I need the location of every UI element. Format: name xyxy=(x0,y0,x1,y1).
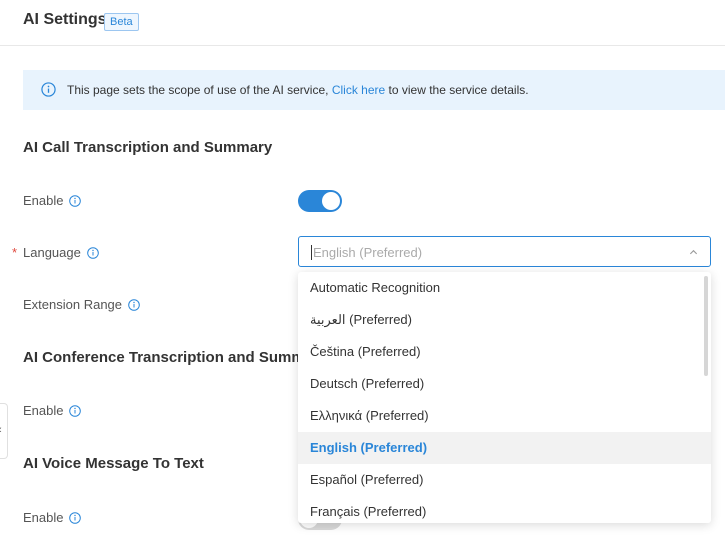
dropdown-option[interactable]: Español (Preferred) xyxy=(298,464,711,496)
dropdown-option[interactable]: العربية (Preferred) xyxy=(298,304,711,336)
page-title: AI Settings xyxy=(23,11,107,28)
extension-range-label-text: Extension Range xyxy=(23,297,123,312)
dropdown-option[interactable]: Français (Preferred) xyxy=(298,496,711,523)
dropdown-option[interactable]: Deutsch (Preferred) xyxy=(298,368,711,400)
required-asterisk: * xyxy=(12,245,18,260)
info-circle-icon xyxy=(41,82,56,97)
page-header: AI Settings Beta xyxy=(0,0,725,46)
banner-text-before: This page sets the scope of use of the A… xyxy=(67,83,332,97)
help-circle-icon[interactable] xyxy=(128,298,140,311)
help-circle-icon[interactable] xyxy=(69,194,82,207)
help-circle-icon[interactable] xyxy=(69,511,82,524)
conference-section-title: AI Conference Transcription and Summ xyxy=(23,349,305,366)
help-circle-icon[interactable] xyxy=(87,246,99,259)
dropdown-scrollbar[interactable] xyxy=(704,276,708,376)
service-details-link[interactable]: Click here xyxy=(332,83,385,97)
language-select-value: English (Preferred) xyxy=(311,245,423,260)
chevron-up-icon xyxy=(689,249,698,255)
call-enable-label: Enable xyxy=(23,193,82,208)
call-enable-label-text: Enable xyxy=(23,193,64,208)
beta-badge: Beta xyxy=(104,13,139,31)
voice-enable-label: Enable xyxy=(23,510,82,525)
conference-enable-label-text: Enable xyxy=(23,403,64,418)
dropdown-option-selected[interactable]: English (Preferred) xyxy=(298,432,711,464)
banner-text-after: to view the service details. xyxy=(385,83,529,97)
call-section-title: AI Call Transcription and Summary xyxy=(23,139,273,156)
extension-range-label: Extension Range xyxy=(23,297,140,312)
call-enable-toggle[interactable] xyxy=(298,190,342,212)
banner-text: This page sets the scope of use of the A… xyxy=(67,83,529,97)
dropdown-option[interactable]: Ελληνικά (Preferred) xyxy=(298,400,711,432)
chevron-left-icon: ‹ xyxy=(0,424,2,436)
voice-section-title: AI Voice Message To Text xyxy=(23,455,204,472)
dropdown-option[interactable]: Čeština (Preferred) xyxy=(298,336,711,368)
conference-enable-label: Enable xyxy=(23,403,82,418)
language-dropdown: Automatic Recognition العربية (Preferred… xyxy=(298,272,711,523)
language-label: Language xyxy=(23,245,99,260)
language-label-text: Language xyxy=(23,245,81,260)
language-select[interactable]: English (Preferred) xyxy=(298,236,711,267)
dropdown-option[interactable]: Automatic Recognition xyxy=(298,272,711,304)
toggle-knob xyxy=(322,192,340,210)
info-banner: This page sets the scope of use of the A… xyxy=(23,70,725,110)
help-circle-icon[interactable] xyxy=(69,404,82,417)
collapse-handle[interactable]: ‹ xyxy=(0,403,8,459)
voice-enable-label-text: Enable xyxy=(23,510,64,525)
